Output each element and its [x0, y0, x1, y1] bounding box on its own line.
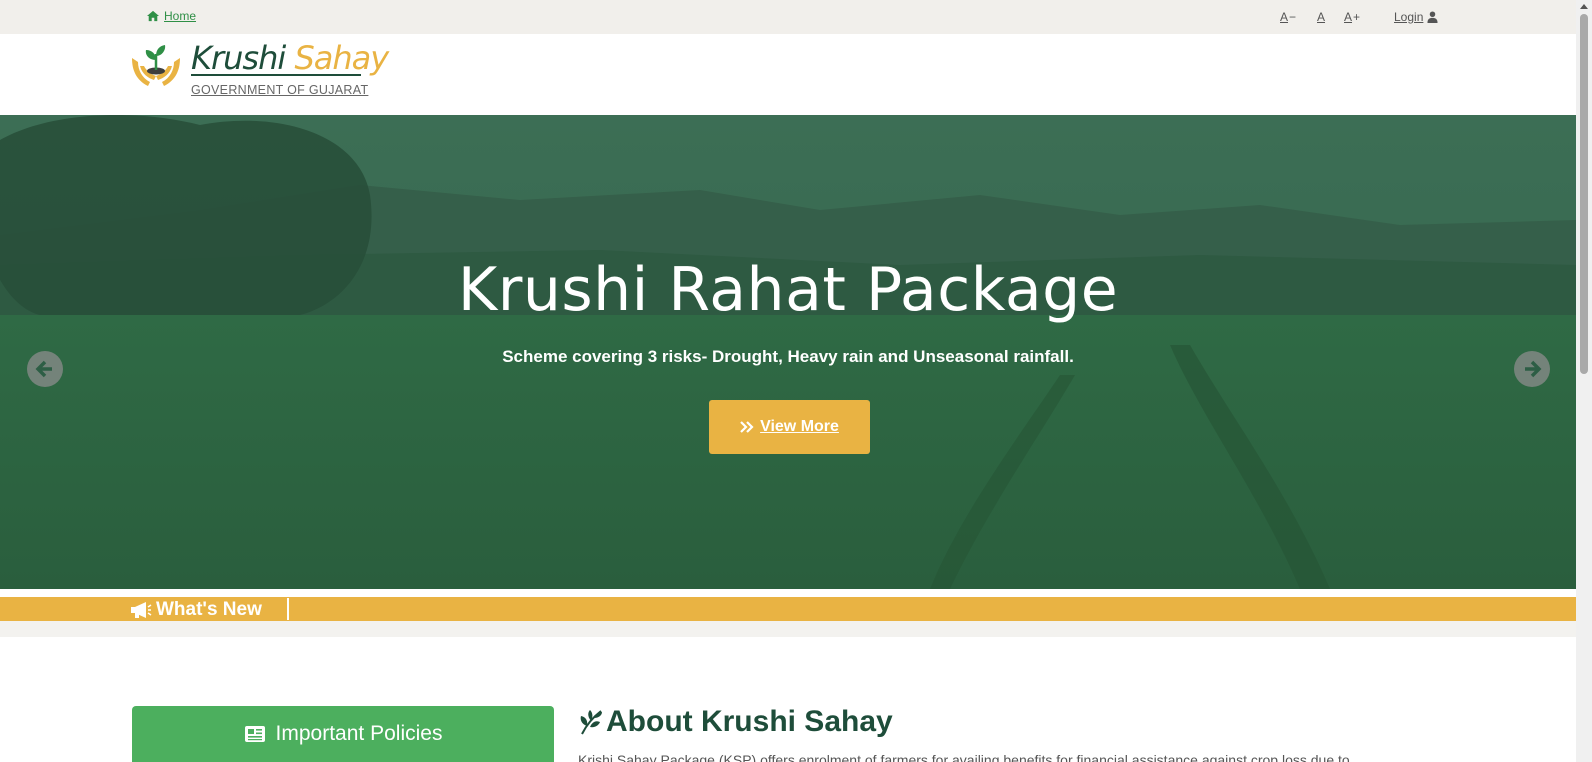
login-label: Login	[1394, 10, 1424, 24]
double-chevron-right-icon	[740, 421, 754, 433]
view-more-button[interactable]: View More	[709, 400, 870, 454]
font-decrease-symbol: −	[1289, 10, 1297, 24]
login-link[interactable]: Login	[1394, 10, 1438, 24]
font-decrease-letter: A	[1280, 10, 1289, 24]
leaf-icon	[580, 710, 602, 735]
arrow-left-circle-icon	[35, 360, 52, 378]
logo-word-krushi: Krushi	[191, 39, 286, 77]
font-normal-button[interactable]: A	[1317, 10, 1325, 24]
logo-underline	[191, 74, 361, 76]
top-utility-bar	[0, 0, 1576, 34]
hero-title: Krushi Rahat Package	[457, 255, 1119, 325]
important-policies-header[interactable]: Important Policies	[132, 706, 554, 762]
whats-new-divider	[287, 598, 289, 620]
whats-new-text: What's New	[156, 599, 262, 620]
logo-hands-plant-icon[interactable]	[130, 40, 182, 92]
font-increase-letter: A	[1344, 10, 1353, 24]
hero-subtitle: Scheme covering 3 risks- Drought, Heavy …	[502, 347, 1074, 366]
carousel-next-button[interactable]	[1514, 351, 1550, 387]
megaphone-icon	[131, 602, 152, 618]
whats-new-label: What's New	[130, 599, 262, 621]
whats-new-ticker-area	[0, 621, 1576, 637]
arrow-right-circle-icon	[1525, 360, 1542, 378]
important-policies-label: Important Policies	[275, 722, 443, 745]
about-heading: About Krushi Sahay	[578, 705, 893, 739]
about-paragraph: Krishi Sahay Package (KSP) offers enrolm…	[578, 752, 1350, 762]
logo-word-sahay: Sahay	[294, 39, 389, 77]
newspaper-icon	[244, 726, 265, 742]
scroll-up-arrow-icon[interactable]	[1580, 4, 1588, 9]
home-label: Home	[164, 9, 197, 23]
logo-subtitle[interactable]: GOVERNMENT OF GUJARAT	[191, 83, 368, 97]
about-title-text: About Krushi Sahay	[606, 705, 893, 738]
font-increase-symbol: +	[1353, 10, 1361, 24]
carousel-prev-button[interactable]	[27, 351, 63, 387]
font-decrease-button[interactable]: A−	[1280, 10, 1296, 24]
hero-carousel: Krushi Rahat Package Scheme covering 3 r…	[0, 115, 1576, 589]
user-icon	[1427, 11, 1438, 23]
font-increase-button[interactable]: A+	[1344, 10, 1360, 24]
home-link[interactable]: Home	[146, 9, 196, 23]
logo-title[interactable]: Krushi Sahay	[191, 38, 389, 78]
scrollbar-thumb[interactable]	[1580, 14, 1588, 374]
view-more-label: View More	[760, 418, 839, 435]
home-icon	[147, 10, 159, 22]
